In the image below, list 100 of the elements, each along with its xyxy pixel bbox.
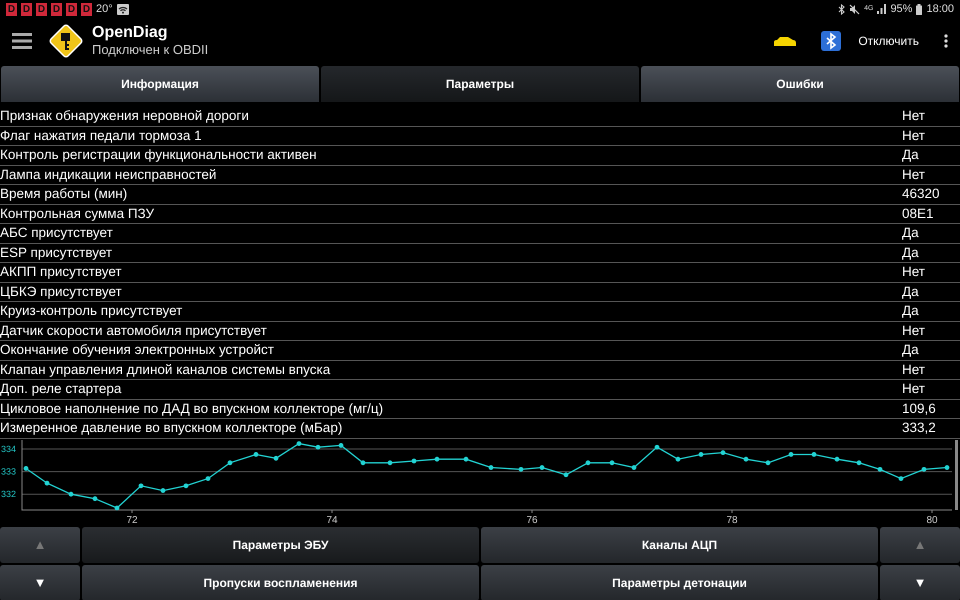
scroll-button[interactable]: ▼	[880, 564, 960, 600]
data-point	[586, 460, 590, 465]
parameter-value: Да	[902, 147, 919, 162]
parameter-value: Нет	[902, 264, 925, 279]
tab[interactable]: Параметры	[321, 66, 639, 102]
mute-icon	[849, 4, 860, 14]
bluetooth-icon[interactable]	[821, 31, 842, 51]
data-point	[296, 440, 302, 446]
data-point	[114, 505, 120, 510]
scroll-button[interactable]: ▼	[0, 564, 80, 600]
section-button[interactable]: Пропуски воспламенения	[82, 564, 479, 600]
axis-label: 332	[1, 488, 16, 499]
wifi-icon	[116, 4, 129, 14]
data-point	[540, 464, 544, 470]
data-point	[92, 496, 98, 501]
bluetooth-icon	[838, 4, 846, 14]
parameter-value: Нет	[902, 108, 925, 123]
data-point	[564, 472, 568, 477]
data-point	[788, 452, 794, 456]
parameter-name: Признак обнаружения неровной дороги	[0, 108, 249, 123]
data-point	[766, 460, 770, 465]
axis-label: 80	[926, 514, 938, 526]
notification-icon: D	[36, 2, 47, 16]
parameter-value: 08E1	[902, 206, 934, 220]
data-point	[412, 458, 416, 463]
scrollbar[interactable]	[955, 440, 958, 510]
notification-icon: D	[21, 2, 32, 16]
data-point	[338, 442, 344, 448]
notification-icon: D	[66, 2, 77, 16]
app-title: OpenDiag	[92, 24, 169, 42]
car-icon	[773, 36, 798, 46]
battery-text: 95%	[890, 2, 912, 17]
data-point	[676, 456, 680, 462]
menu-icon[interactable]	[12, 32, 32, 50]
notification-icon: D	[81, 2, 92, 16]
axis-label: 76	[526, 514, 538, 526]
parameter-name: Флаг нажатия педали тормоза 1	[0, 128, 202, 142]
data-point	[24, 466, 28, 470]
time-text: 18:00	[926, 2, 954, 17]
parameter-name: Измеренное давление во впускном коллекторе (мБар)	[0, 420, 342, 435]
data-point	[316, 444, 320, 450]
parameter-value: 333,2	[902, 420, 936, 435]
parameter-value: Да	[902, 303, 919, 318]
data-point	[138, 482, 144, 488]
data-point	[184, 482, 188, 488]
axis-label: 72	[126, 514, 138, 526]
data-point	[44, 480, 50, 486]
data-point	[922, 466, 926, 472]
disconnect-button[interactable]: Отключить	[857, 31, 920, 51]
parameter-name: Цикловое наполнение по ДАД во впускном коллекторе (мг/ц)	[0, 400, 384, 416]
data-point	[944, 464, 950, 470]
parameter-name: Доп. реле стартера	[0, 381, 122, 396]
data-point	[206, 476, 210, 481]
parameter-name: АКПП присутствует	[0, 264, 122, 279]
parameter-name: Окончание обучения электронных устройст	[0, 342, 274, 357]
parameter-name: АБС присутствует	[0, 225, 113, 240]
data-point	[856, 460, 862, 465]
axis-label: 74	[326, 514, 338, 526]
data-point	[720, 450, 726, 455]
battery-icon	[916, 4, 922, 14]
more-icon[interactable]	[944, 34, 948, 48]
connection-status: Подключен к OBDII	[92, 42, 208, 58]
data-point	[488, 464, 494, 470]
signal-icon	[877, 4, 886, 14]
data-point	[812, 452, 816, 456]
parameter-value: Нет	[902, 381, 925, 396]
parameter-value: Да	[902, 225, 919, 240]
parameter-name: Датчик скорости автомобиля присутствует	[0, 322, 267, 338]
data-point	[464, 456, 468, 462]
parameter-value: 46320	[902, 186, 940, 201]
data-point	[518, 466, 524, 472]
data-point	[228, 460, 232, 465]
data-point	[898, 476, 904, 481]
parameter-name: ESP присутствует	[0, 244, 112, 260]
section-button[interactable]: Параметры детонации	[481, 564, 878, 600]
section-button[interactable]: Каналы АЦП	[481, 526, 878, 562]
parameter-name: Клапан управления длиной каналов системы впуска	[0, 362, 330, 376]
parameter-value: Да	[902, 244, 919, 260]
data-point	[360, 460, 366, 465]
tab[interactable]: Информация	[1, 66, 319, 102]
parameter-name: Время работы (мин)	[0, 186, 128, 201]
data-point	[654, 444, 660, 450]
parameter-value: Нет	[902, 128, 925, 142]
data-point	[388, 460, 392, 465]
data-point	[632, 464, 636, 470]
data-point	[834, 456, 840, 462]
parameter-name: Круиз-контроль присутствует	[0, 303, 182, 318]
axis-label: 78	[726, 514, 738, 526]
section-button[interactable]: Параметры ЭБУ	[82, 526, 479, 562]
axis-label: 333	[1, 466, 16, 476]
notification-icon: D	[6, 2, 17, 16]
parameter-name: Лампа индикации неисправностей	[0, 166, 216, 182]
data-point	[274, 455, 278, 460]
data-point	[160, 488, 166, 492]
data-point	[878, 466, 882, 472]
data-point	[68, 491, 74, 496]
data-point	[434, 456, 440, 462]
parameter-value: Да	[902, 342, 919, 357]
parameter-value: 109,6	[902, 400, 936, 416]
tab[interactable]: Ошибки	[641, 66, 959, 102]
